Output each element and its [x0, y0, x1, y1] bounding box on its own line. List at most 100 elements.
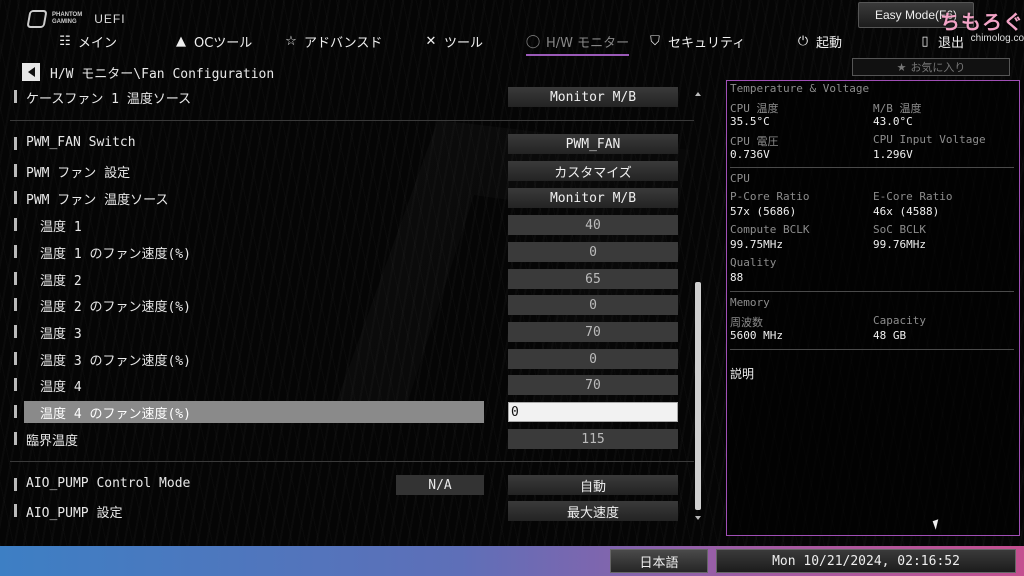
row-marker [14, 405, 17, 418]
setting-label: 温度 3 [40, 327, 82, 342]
setting-label: PWM ファン 設定 [26, 166, 131, 181]
setting-number-field[interactable]: 40 [508, 215, 678, 235]
setting-number-field[interactable]: 65 [508, 269, 678, 289]
tab-oc-tweaker[interactable]: ▲ OCツール [174, 28, 252, 54]
setting-row[interactable]: PWM_FAN Switch PWM_FAN [10, 133, 694, 155]
scroll-thumb[interactable] [695, 282, 701, 510]
setting-row[interactable]: 温度 2 のファン速度(%) 0 [10, 294, 694, 316]
rocket-icon: ▲ [176, 33, 186, 49]
row-marker [14, 352, 17, 365]
tab-main[interactable]: ☷ メイン [58, 28, 117, 54]
setting-row[interactable]: AIO_PUMP 設定 最大速度 [10, 500, 694, 522]
brand-mark-icon [26, 10, 48, 28]
status-badge: N/A [396, 475, 484, 495]
setting-label: 温度 2 のファン速度(%) [40, 300, 191, 315]
star-icon: ☆ [285, 33, 297, 49]
scroll-up-icon[interactable] [694, 90, 702, 98]
setting-row[interactable]: PWM ファン 設定 カスタマイズ [10, 160, 694, 182]
breadcrumb: H/W モニター\Fan Configuration [22, 62, 274, 82]
setting-number-field[interactable]: 70 [508, 322, 678, 342]
status-bar: 日本語 Mon 10/21/2024, 02:16:52 [0, 546, 1024, 576]
tab-security[interactable]: ⛉ セキュリティ [648, 28, 745, 54]
info-label: CPU 電圧 [730, 135, 779, 148]
tab-exit[interactable]: ▯ 退出 [918, 28, 964, 54]
info-value: 48 GB [873, 329, 907, 342]
datetime-display: Mon 10/21/2024, 02:16:52 [716, 549, 1016, 573]
info-value: 46x (4588) [873, 205, 940, 218]
tab-boot[interactable]: ⏻ 起動 [796, 28, 842, 54]
tab-advanced-label: アドバンスド [304, 35, 383, 51]
setting-row[interactable]: ケースファン 1 温度ソース Monitor M/B [10, 86, 694, 108]
tab-tools[interactable]: ✕ ツール [424, 28, 483, 54]
setting-row[interactable]: 温度 3 70 [10, 321, 694, 343]
setting-row[interactable]: 温度 1 のファン速度(%) 0 [10, 241, 694, 263]
setting-row[interactable]: 温度 4 70 [10, 374, 694, 396]
description-title: 説明 [730, 367, 755, 381]
row-marker [14, 191, 17, 204]
tab-tools-label: ツール [444, 35, 484, 51]
divider [730, 291, 1014, 292]
star-icon: ★ [896, 60, 907, 74]
scroll-down-icon[interactable] [694, 514, 702, 522]
back-arrow-icon[interactable] [22, 63, 40, 81]
shield-icon: ⛉ [650, 33, 660, 49]
setting-select[interactable]: 自動 [508, 475, 678, 495]
setting-select[interactable]: カスタマイズ [508, 161, 678, 181]
row-marker [14, 325, 17, 338]
brand-line2: GAMING [52, 19, 77, 25]
tab-main-label: メイン [78, 35, 118, 51]
section-title-memory: Memory [730, 296, 770, 309]
setting-number-field[interactable]: 0 [508, 295, 678, 315]
setting-row[interactable]: PWM ファン 温度ソース Monitor M/B [10, 187, 694, 209]
hw-info-panel: Temperature & Voltage CPU 温度 35.5°C M/B … [726, 80, 1020, 536]
setting-label: PWM ファン 温度ソース [26, 193, 169, 208]
setting-number-field[interactable]: 0 [508, 349, 678, 369]
setting-label: 温度 1 のファン速度(%) [40, 247, 191, 262]
setting-select[interactable]: PWM_FAN [508, 134, 678, 154]
breadcrumb-text: H/W モニター\Fan Configuration [50, 66, 275, 82]
setting-label: 臨界温度 [26, 434, 79, 449]
setting-row[interactable]: 温度 3 のファン速度(%) 0 [10, 348, 694, 370]
row-marker [14, 164, 17, 177]
setting-row[interactable]: 温度 1 40 [10, 214, 694, 236]
info-label: Capacity [873, 314, 926, 327]
info-value: 99.75MHz [730, 238, 783, 251]
setting-row[interactable]: AIO_PUMP Control Mode N/A 自動 [10, 474, 694, 496]
settings-list: ケースファン 1 温度ソース Monitor M/B PWM_FAN Switc… [0, 84, 720, 528]
scrollbar[interactable] [693, 90, 703, 522]
setting-row[interactable]: 温度 2 65 [10, 268, 694, 290]
setting-row[interactable]: 臨界温度 115 [10, 428, 694, 450]
brand-logo: PHANTOM GAMING UEFI [26, 8, 126, 30]
tab-hw-monitor[interactable]: ◯ H/W モニター [526, 28, 630, 56]
setting-select[interactable]: Monitor M/B [508, 87, 678, 107]
info-value: 35.5°C [730, 115, 770, 128]
tab-oc-tweaker-label: OCツール [194, 35, 253, 51]
info-value: 5600 MHz [730, 329, 783, 342]
divider [10, 461, 694, 462]
setting-number-field[interactable]: 0 [508, 242, 678, 262]
setting-number-field[interactable]: 115 [508, 429, 678, 449]
tab-advanced[interactable]: ☆ アドバンスド [284, 28, 382, 54]
info-value: 0.736V [730, 148, 770, 161]
setting-select[interactable]: 最大速度 [508, 501, 678, 521]
info-label: CPU Input Voltage [873, 133, 986, 146]
setting-label: 温度 2 [40, 274, 82, 289]
row-marker [14, 478, 17, 491]
info-value: 88 [730, 271, 744, 284]
setting-row-selected[interactable]: 温度 4 のファン速度(%) 0 [10, 401, 694, 423]
setting-number-field[interactable]: 70 [508, 375, 678, 395]
info-label: SoC BCLK [873, 223, 926, 236]
info-value: 43.0°C [873, 115, 913, 128]
row-marker [14, 90, 17, 103]
setting-label: AIO_PUMP Control Mode [26, 476, 191, 491]
setting-number-input[interactable]: 0 [508, 402, 678, 422]
info-value: 1.296V [873, 148, 913, 161]
favorites-button[interactable]: ★ お気に入り [852, 58, 1010, 76]
language-button[interactable]: 日本語 [610, 549, 708, 573]
setting-label: AIO_PUMP 設定 [26, 506, 123, 521]
row-marker [14, 378, 17, 391]
setting-label: 温度 4 [40, 380, 82, 395]
row-marker [14, 298, 17, 311]
setting-select[interactable]: Monitor M/B [508, 188, 678, 208]
info-label: CPU 温度 [730, 102, 779, 115]
